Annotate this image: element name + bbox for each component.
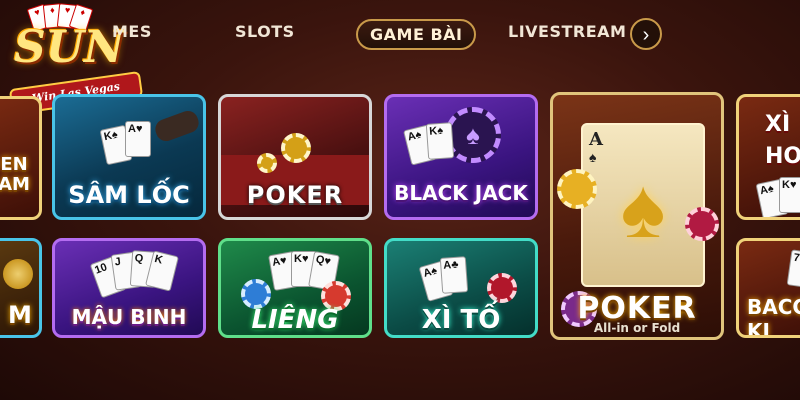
card-icon: A♣ (439, 256, 469, 294)
game-tile-mau-binh[interactable]: 10 J Q K MẬU BINH (52, 238, 206, 338)
category-nav: MES SLOTS GAME BÀI LIVESTREAM › (0, 16, 800, 56)
card-rank: A (589, 129, 603, 150)
tile-subtitle: All-in or Fold (593, 321, 681, 335)
card-icon: K♠ (425, 122, 455, 160)
tile-label: MẬU BINH (71, 305, 187, 329)
nav-tab-livestream[interactable]: LIVESTREAM (508, 22, 626, 41)
chip-icon (257, 153, 277, 173)
game-tile-lieng[interactable]: A♥ K♥ Q♥ LIÊNG (218, 238, 372, 338)
tile-label: SÂM LỐC (68, 181, 190, 209)
chevron-right-icon[interactable]: › (630, 18, 662, 50)
game-tile-partial-right-top[interactable]: XÌ HO A♠ K♥ (736, 94, 800, 220)
game-tile-sam-loc[interactable]: K♠ A♥ SÂM LỐC (52, 94, 206, 220)
tile-label: BACC KI (747, 295, 800, 338)
card-icon: K♥ (779, 177, 800, 213)
chip-icon (487, 273, 517, 303)
tile-label: XÌ HO (765, 112, 800, 169)
hand-icon (152, 108, 202, 144)
card-icon: A♥ (125, 121, 151, 157)
chip-icon (281, 133, 311, 163)
game-tile-partial-right-bottom[interactable]: 7 BACC KI (736, 238, 800, 338)
tile-label: POKER (246, 181, 344, 209)
tile-label: EN AM (0, 154, 30, 195)
tile-label: M (8, 301, 32, 329)
chip-icon (557, 169, 597, 209)
nav-tab-slots[interactable]: SLOTS (235, 22, 295, 41)
game-tile-poker[interactable]: POKER (218, 94, 372, 220)
nav-tab-games[interactable]: MES (112, 22, 152, 41)
game-tile-xi-to[interactable]: A♠ A♣ XÌ TỐ (384, 238, 538, 338)
chip-icon (685, 207, 719, 241)
card-icon: 7 (786, 249, 800, 289)
game-tile-partial-left-bottom[interactable]: M (0, 238, 42, 338)
game-tile-black-jack[interactable]: ♠ A♠ K♠ BLACK JACK (384, 94, 538, 220)
game-tile-partial-left-top[interactable]: EN AM (0, 96, 42, 220)
glow-icon (3, 259, 33, 289)
ace-spade-card: A ♠ ♠ (581, 123, 705, 287)
tile-label: LIÊNG (251, 305, 339, 335)
nav-tab-game-bai[interactable]: GAME BÀI (356, 19, 477, 50)
tile-label: BLACK JACK (394, 181, 528, 205)
big-spade-icon: ♠ (620, 161, 666, 255)
tile-label: XÌ TỐ (421, 305, 501, 335)
game-tile-poker-all-in[interactable]: A ♠ ♠ POKER All-in or Fold (550, 92, 724, 340)
